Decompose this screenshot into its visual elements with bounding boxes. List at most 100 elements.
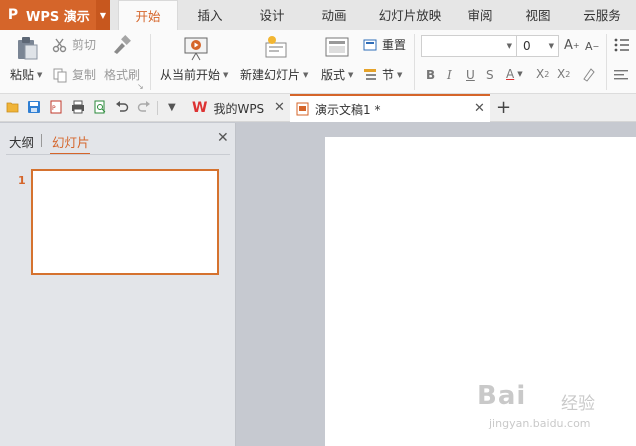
watermark-brand: Bai — [477, 381, 527, 411]
pane-tab-divider — [41, 134, 42, 147]
close-icon[interactable]: ✕ — [474, 101, 485, 116]
play-from-current-button[interactable]: 从当前开始 ▼ — [160, 66, 228, 83]
chevron-down-icon: ▼ — [348, 70, 354, 79]
layout-icon — [325, 37, 349, 57]
cut-button[interactable]: 剪切 — [52, 36, 96, 53]
new-slide-label: 新建幻灯片 — [240, 68, 301, 82]
open-folder-icon[interactable] — [6, 100, 20, 114]
chevron-down-icon: ▼ — [37, 70, 43, 79]
bullet-list-icon[interactable] — [614, 38, 630, 52]
tab-view[interactable]: 视图 — [516, 0, 560, 30]
chevron-down-icon: ▼ — [548, 42, 554, 50]
paste-label: 粘贴 — [10, 68, 35, 82]
quick-access-toolbar: P ▼ W 我的WPS ✕ 演示文稿1 * ✕ + — [0, 94, 636, 122]
clipboard-icon — [18, 37, 38, 60]
underline-button[interactable]: U — [466, 68, 475, 82]
print-preview-icon[interactable] — [93, 100, 107, 114]
redo-icon[interactable] — [137, 100, 151, 114]
app-menu-dropdown-icon[interactable]: ▼ — [96, 0, 110, 30]
export-pdf-icon[interactable]: P — [49, 100, 63, 114]
reset-icon — [363, 39, 377, 50]
chevron-down-icon: ▼ — [223, 70, 229, 79]
paste-button[interactable] — [10, 34, 44, 62]
close-icon[interactable]: ✕ — [274, 100, 285, 115]
watermark-url: jingyan.baidu.com — [489, 417, 591, 430]
play-from-current-label: 从当前开始 — [160, 68, 221, 82]
tab-home[interactable]: 开始 — [118, 0, 178, 31]
tab-animation[interactable]: 动画 — [310, 0, 358, 30]
doc-tab-label: 演示文稿1 * — [315, 102, 381, 117]
scissors-icon — [52, 38, 67, 52]
format-painter-label: 格式刷 — [104, 68, 141, 82]
align-left-icon[interactable] — [614, 70, 630, 82]
tab-slides[interactable]: 幻灯片 — [52, 132, 90, 151]
copy-button[interactable]: 复制 — [52, 66, 96, 83]
app-title: WPS 演示 — [26, 9, 90, 25]
tab-insert[interactable]: 插入 — [186, 0, 234, 30]
ribbon-divider — [150, 34, 151, 90]
brush-icon — [114, 35, 131, 54]
tab-outline[interactable]: 大纲 — [9, 132, 34, 151]
slide-thumbnail[interactable] — [31, 169, 219, 275]
pane-tabs: 大纲 幻灯片 ✕ — [0, 123, 236, 157]
format-painter-button[interactable]: 格式刷 — [104, 66, 140, 83]
play-from-current-icon-button[interactable] — [182, 34, 210, 62]
doc-tab-my-wps[interactable]: W 我的WPS ✕ — [186, 94, 290, 122]
ribbon: 粘贴▼ 剪切 复制 格式刷 ↘ 从当前开始▼ 新建幻灯片▼ 版式▼ 重置 — [0, 30, 636, 94]
clipboard-dialog-launcher-icon[interactable]: ↘ — [137, 82, 144, 91]
tab-review[interactable]: 审阅 — [458, 0, 502, 30]
wps-logo-icon: W — [192, 100, 208, 116]
copy-icon — [53, 68, 67, 82]
subscript-button[interactable]: X2 — [557, 67, 570, 81]
close-icon[interactable]: ✕ — [217, 130, 229, 146]
print-icon[interactable] — [71, 100, 85, 114]
clear-format-icon[interactable] — [582, 66, 596, 82]
layout-button[interactable]: 版式 ▼ — [321, 66, 353, 83]
format-painter-icon-button[interactable] — [110, 34, 132, 56]
tab-cloud-service[interactable]: 云服务 — [574, 0, 630, 30]
baidu-watermark: Bai 经验 jingyan.baidu.com — [477, 373, 627, 443]
section-button[interactable]: 节 ▼ — [362, 66, 402, 83]
reset-label: 重置 — [382, 38, 407, 52]
cut-label: 剪切 — [72, 38, 97, 52]
tab-design[interactable]: 设计 — [248, 0, 296, 30]
toolbar-divider — [157, 101, 158, 115]
tab-slideshow[interactable]: 幻灯片放映 — [370, 0, 450, 30]
copy-label: 复制 — [72, 68, 97, 82]
font-size-select[interactable]: 0 ▼ — [516, 35, 559, 57]
undo-icon[interactable] — [115, 100, 129, 114]
bold-button[interactable]: B — [426, 68, 435, 82]
layout-icon-button[interactable] — [325, 36, 349, 58]
wps-presentation-logo: P — [7, 7, 19, 23]
customize-toolbar-icon[interactable]: ▼ — [168, 102, 176, 113]
paste-menu[interactable]: 粘贴 ▼ — [10, 66, 42, 83]
new-slide-icon-button[interactable] — [262, 34, 290, 62]
decrease-font-size-button[interactable]: A − — [585, 40, 599, 53]
strikethrough-button[interactable]: S — [486, 68, 494, 82]
reset-button[interactable]: 重置 — [362, 36, 406, 53]
pane-divider — [6, 154, 230, 155]
new-slide-button[interactable]: 新建幻灯片 ▼ — [240, 66, 308, 83]
doc-tab-presentation[interactable]: 演示文稿1 * ✕ — [290, 94, 490, 122]
chevron-down-icon: ▼ — [397, 70, 403, 79]
new-tab-plus-icon[interactable]: + — [496, 97, 511, 118]
save-icon[interactable] — [27, 100, 41, 114]
layout-label: 版式 — [321, 68, 346, 82]
watermark-brand-cn: 经验 — [561, 394, 595, 414]
italic-button[interactable]: I — [447, 68, 452, 82]
slide-number: 1 — [18, 174, 26, 187]
ribbon-divider — [606, 34, 607, 90]
app-menu-button[interactable]: P WPS 演示 ▼ — [0, 0, 110, 30]
font-size-value: 0 — [523, 39, 531, 53]
menu-bar: P WPS 演示 ▼ 开始 插入 设计 动画 幻灯片放映 审阅 视图 云服务 — [0, 0, 636, 31]
increase-font-size-button[interactable]: A + — [564, 38, 580, 53]
superscript-button[interactable]: X2 — [536, 67, 549, 81]
doc-tab-label: 我的WPS — [213, 101, 265, 116]
chevron-down-icon: ▼ — [303, 70, 309, 79]
section-icon — [364, 68, 376, 80]
chevron-down-icon: ▼ — [517, 70, 523, 78]
font-name-select[interactable]: ▼ — [421, 35, 517, 57]
new-slide-icon — [265, 36, 287, 58]
presentation-doc-icon — [296, 102, 309, 116]
font-color-button[interactable]: A ▼ — [506, 67, 523, 81]
